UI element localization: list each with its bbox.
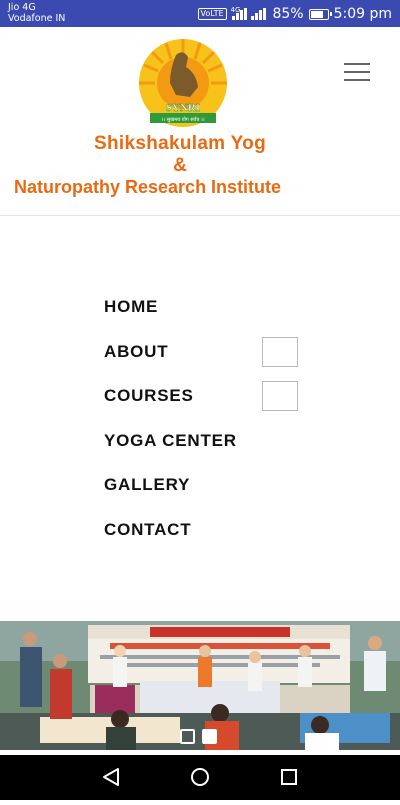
signal-1-icon xyxy=(231,8,248,20)
carrier-2: Vodafone IN xyxy=(8,13,66,24)
nav-item-gallery[interactable]: GALLERY xyxy=(104,468,304,513)
status-bar: Jio 4G Vodafone IN VoLTE 4G 85% 5:09 pm xyxy=(0,0,400,27)
nav-item-contact[interactable]: CONTACT xyxy=(104,513,304,558)
nav-label-home: HOME xyxy=(104,297,159,316)
brand-ampersand: & xyxy=(173,155,187,176)
android-nav-buttons xyxy=(103,768,297,786)
home-icon[interactable] xyxy=(191,768,209,786)
carrier-1: Jio 4G xyxy=(8,2,36,13)
brand-line-1: Shikshakulam Yog xyxy=(94,133,266,154)
nav-label-yoga-center: YOGA CENTER xyxy=(104,430,237,450)
status-indicators: VoLTE 4G 85% 5:09 pm xyxy=(197,5,392,23)
nav-item-yoga-center[interactable]: YOGA CENTER xyxy=(104,424,304,469)
android-nav-bar xyxy=(0,755,400,800)
nav-label-contact: CONTACT xyxy=(104,519,192,539)
nav-item-courses[interactable]: COURSES xyxy=(104,379,304,424)
logo-tagline: ।। सुखमय योग सर्वत्र ।। xyxy=(161,116,204,123)
nav-label-courses: COURSES xyxy=(104,386,194,405)
slider-dot-1[interactable] xyxy=(180,729,195,744)
battery-icon xyxy=(308,8,332,20)
nav-label-gallery: GALLERY xyxy=(104,475,191,494)
nav-item-about[interactable]: ABOUT xyxy=(104,335,304,380)
nav-label-about: ABOUT xyxy=(104,341,169,361)
clock: 5:09 pm xyxy=(333,6,392,22)
nav-item-home[interactable]: HOME xyxy=(104,290,304,335)
carrier-info: Jio 4G Vodafone IN xyxy=(8,2,65,24)
signal-2-icon xyxy=(251,8,267,20)
brand-line-3: Naturopathy Research Institute xyxy=(14,177,282,197)
volte-badge: VoLTE xyxy=(197,8,227,20)
courses-submenu-toggle[interactable] xyxy=(262,381,298,411)
institute-logo[interactable]: SYNRI ।। सुखमय योग सर्वत्र ।। xyxy=(128,35,238,141)
logo-wordmark: SYNRI xyxy=(166,102,200,114)
slider-dot-2[interactable] xyxy=(202,729,217,744)
slider-dots xyxy=(180,729,217,744)
main-nav: HOME ABOUT COURSES YOGA CENTER GALLERY C… xyxy=(104,290,304,557)
site-header: SYNRI ।। सुखमय योग सर्वत्र ।। Shikshakul… xyxy=(0,27,400,216)
battery-percent: 85% xyxy=(272,6,304,22)
back-icon[interactable] xyxy=(103,768,119,786)
recents-icon[interactable] xyxy=(281,769,297,785)
about-submenu-toggle[interactable] xyxy=(262,336,298,367)
hamburger-menu-icon[interactable] xyxy=(344,63,370,81)
